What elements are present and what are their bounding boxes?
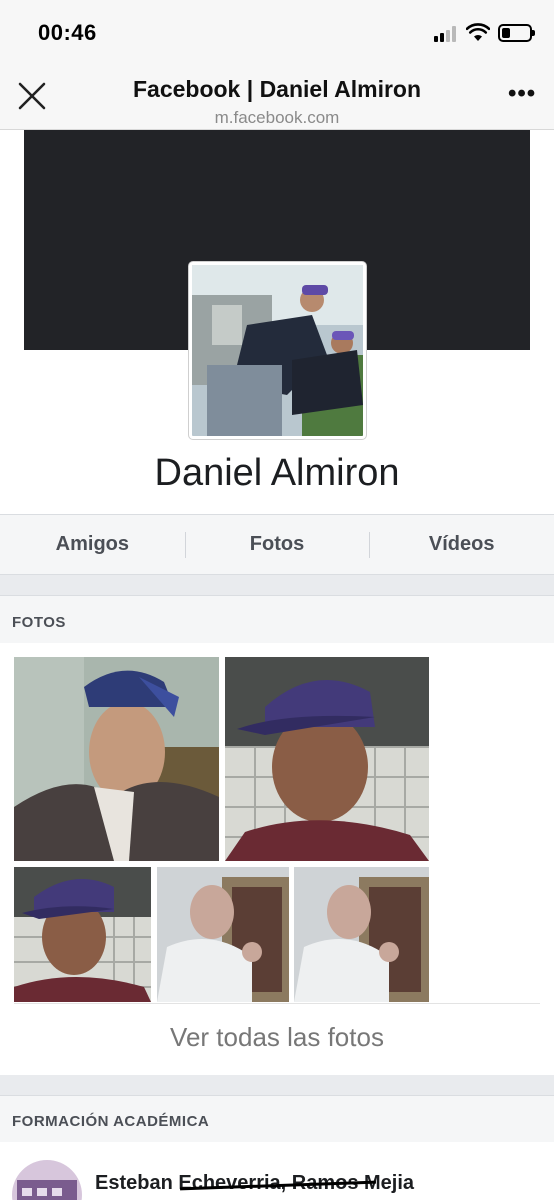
profile-tabs: Amigos Fotos Vídeos xyxy=(0,514,554,575)
photo-image xyxy=(14,867,151,1002)
photo-thumbnail[interactable] xyxy=(225,657,429,861)
education-item[interactable]: Esteban Echeverria, Ramos Mejia xyxy=(0,1142,554,1200)
browser-header: Facebook | Daniel Almiron m.facebook.com… xyxy=(0,66,554,130)
more-options-icon[interactable]: ••• xyxy=(508,82,535,108)
section-gap xyxy=(0,1075,554,1095)
education-section-header: FORMACIÓN ACADÉMICA xyxy=(0,1095,554,1142)
cellular-signal-icon xyxy=(434,26,460,42)
battery-level xyxy=(502,28,510,38)
tab-fotos[interactable]: Fotos xyxy=(184,515,370,574)
photo-image xyxy=(225,657,429,861)
tab-amigos[interactable]: Amigos xyxy=(0,515,185,574)
see-all-photos-link[interactable]: Ver todas las fotos xyxy=(0,1022,554,1053)
school-avatar xyxy=(12,1160,82,1200)
photo-image xyxy=(14,657,219,861)
photo-image xyxy=(157,867,289,1002)
education-header-label: FORMACIÓN ACADÉMICA xyxy=(12,1113,210,1130)
section-gap xyxy=(0,575,554,595)
battery-icon xyxy=(498,24,535,42)
status-time: 00:46 xyxy=(38,20,97,45)
school-image xyxy=(12,1160,82,1200)
photos-header-label: FOTOS xyxy=(12,614,66,631)
photo-image xyxy=(294,867,429,1002)
photo-thumbnail[interactable] xyxy=(157,867,289,1002)
tab-videos[interactable]: Vídeos xyxy=(369,515,554,574)
photo-thumbnail[interactable] xyxy=(14,657,219,861)
photo-thumbnail[interactable] xyxy=(294,867,429,1002)
photo-thumbnail[interactable] xyxy=(14,867,151,1002)
status-bar: 00:46 xyxy=(0,0,554,66)
profile-picture[interactable] xyxy=(189,262,366,439)
wifi-icon xyxy=(466,23,490,41)
divider xyxy=(14,1003,540,1004)
photos-section-header: FOTOS xyxy=(0,595,554,643)
page-url[interactable]: m.facebook.com xyxy=(0,108,554,128)
profile-name: Daniel Almiron xyxy=(154,452,400,494)
profile-photo-image xyxy=(192,265,363,436)
page-title: Facebook | Daniel Almiron xyxy=(132,76,422,102)
